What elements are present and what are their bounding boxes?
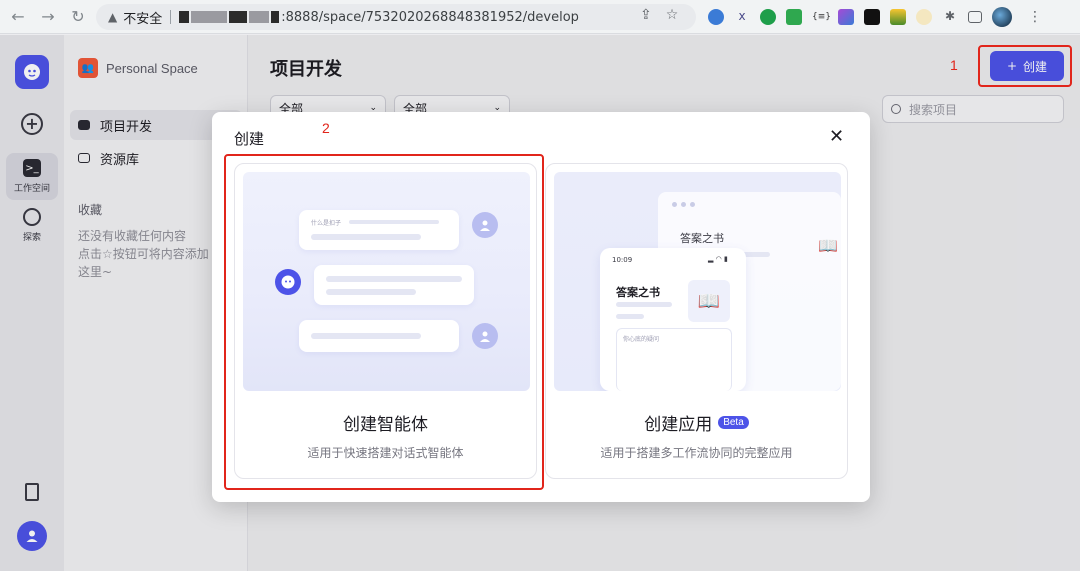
forward-icon[interactable]: → (36, 5, 60, 29)
extension-pen-icon[interactable] (838, 9, 854, 25)
extension-globe-icon[interactable] (708, 9, 724, 25)
extension-x-icon[interactable]: x (734, 9, 750, 25)
puzzle-icon[interactable]: ✱ (942, 9, 958, 25)
extension-evernote-icon[interactable] (760, 9, 776, 25)
extension-mario-icon[interactable] (890, 9, 906, 25)
highlight-box-agent (224, 154, 544, 490)
side-panel-icon[interactable] (968, 11, 982, 23)
back-icon[interactable]: ← (6, 5, 30, 29)
extensions-bar: x {≡} ✱ ⋮ (708, 7, 1042, 27)
share-icon[interactable]: ⇪ (640, 7, 652, 23)
input-placeholder: 你心底的疑问 (623, 336, 660, 343)
status-icons: ▂ ◠ ▮ (708, 255, 728, 263)
phone-input-box: 你心底的疑问 (616, 328, 732, 391)
window-title: 答案之书 (680, 232, 724, 245)
redacted-host (179, 11, 190, 23)
url-text: :8888/space/7532020268848381952/develop (281, 9, 579, 25)
app-illustration: 答案之书 📖 10:09 ▂ ◠ ▮ 答案之书 📖 你心底的疑问 (554, 172, 841, 391)
bookmark-star-icon[interactable]: ☆ (666, 7, 679, 23)
step-number-2: 2 (322, 120, 330, 136)
phone-time: 10:09 (612, 256, 633, 264)
window-dots (672, 202, 695, 207)
extension-json-icon[interactable]: {≡} (812, 9, 831, 25)
beta-badge: Beta (718, 416, 749, 429)
step-number-1: 1 (950, 57, 958, 73)
book-icon: 📖 (688, 280, 730, 322)
close-icon[interactable]: ✕ (829, 128, 844, 146)
modal-title: 创建 (234, 130, 265, 148)
create-app-subtitle: 适用于搭建多工作流协同的完整应用 (600, 446, 793, 460)
profile-avatar[interactable] (992, 7, 1012, 27)
insecure-label: 不安全 (123, 11, 163, 27)
highlight-box-create (978, 45, 1072, 87)
extension-shield-icon[interactable] (786, 9, 802, 25)
create-app-card[interactable]: 答案之书 📖 10:09 ▂ ◠ ▮ 答案之书 📖 你心底的疑问 创建应用 Be… (545, 163, 848, 479)
extension-yandex-icon[interactable] (916, 9, 932, 25)
create-app-title: 创建应用 (644, 415, 713, 435)
book-icon: 📖 (818, 236, 838, 255)
browser-toolbar: ← → ↻ ▲ 不安全 :8888/space/7532020268848381… (0, 0, 1080, 34)
more-menu-icon[interactable]: ⋮ (1028, 9, 1042, 25)
phone-mockup: 10:09 ▂ ◠ ▮ 答案之书 📖 你心底的疑问 (600, 248, 746, 391)
reload-icon[interactable]: ↻ (66, 5, 90, 29)
extension-chart-icon[interactable] (864, 9, 880, 25)
warning-icon: ▲ (108, 10, 118, 24)
address-bar[interactable]: ▲ 不安全 :8888/space/7532020268848381952/de… (96, 4, 696, 30)
phone-title: 答案之书 (616, 286, 660, 299)
